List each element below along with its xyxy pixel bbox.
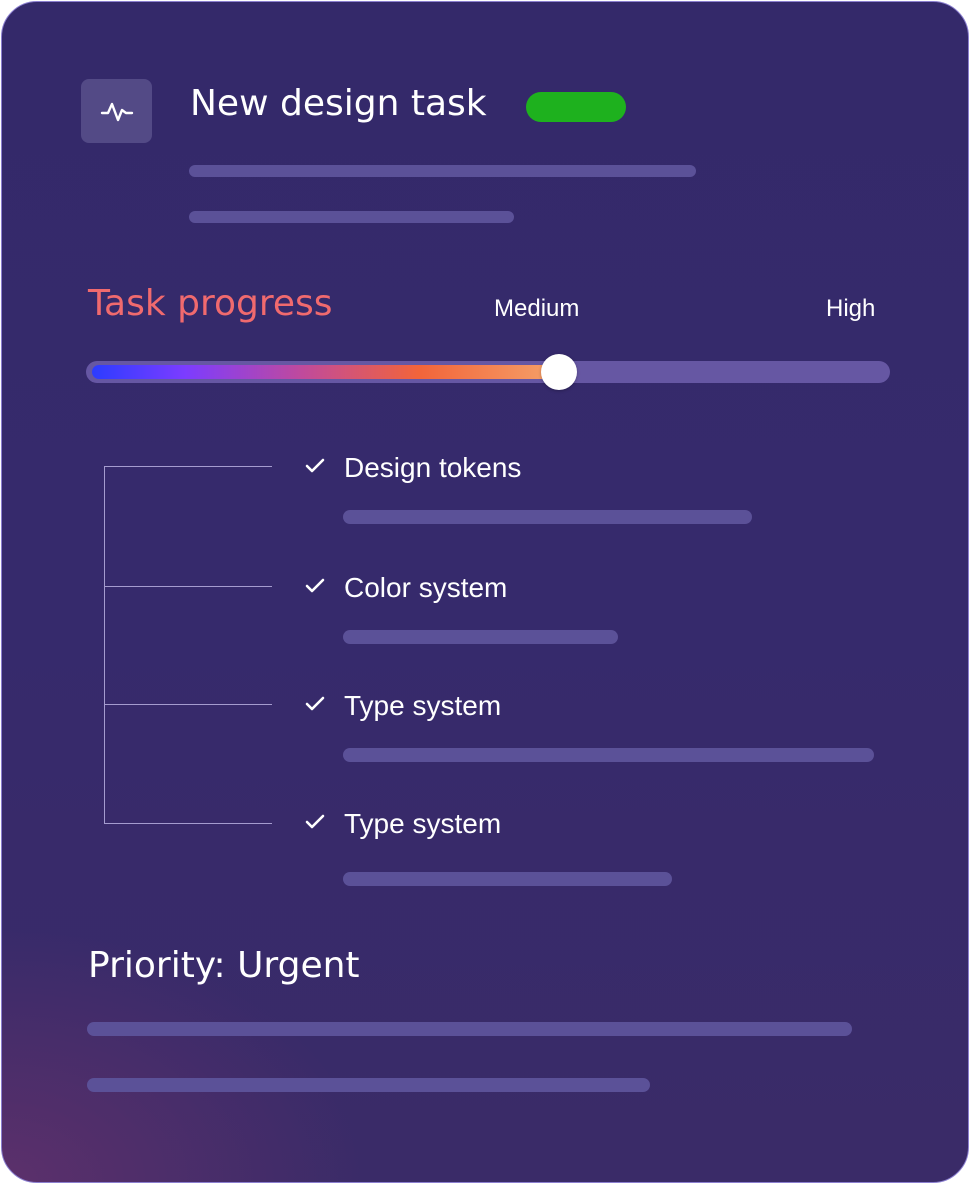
checklist-item-label: Type system <box>344 690 502 721</box>
activity-pulse-icon <box>100 102 133 122</box>
tree-connector-vertical <box>104 466 105 824</box>
progress-slider-track[interactable] <box>86 361 890 383</box>
checklist-item-label: Type system <box>344 808 502 839</box>
description-placeholder-line-2 <box>189 211 514 223</box>
description-placeholder-line-1 <box>189 165 696 177</box>
priority-label: Priority: Urgent <box>88 945 360 986</box>
activity-icon-tile <box>81 79 152 143</box>
status-badge <box>526 92 626 122</box>
progress-slider-fill <box>92 365 559 379</box>
checklist-item-label: Color system <box>344 572 508 603</box>
tree-connector-branch <box>104 823 272 824</box>
checkmark-icon <box>305 458 325 473</box>
level-label-medium: Medium <box>494 295 580 322</box>
footer-placeholder-line-1 <box>87 1022 852 1036</box>
checklist-item-label: Design tokens <box>344 452 522 483</box>
checklist-placeholder-line <box>343 748 874 762</box>
tree-connector-branch <box>104 466 272 467</box>
task-title: New design task <box>190 83 487 124</box>
progress-slider-thumb[interactable] <box>541 354 577 390</box>
checklist-placeholder-line <box>343 630 618 644</box>
progress-heading: Task progress <box>88 283 333 324</box>
tree-connector-branch <box>104 586 272 587</box>
checkmark-icon <box>305 578 325 593</box>
checklist-placeholder-line <box>343 872 672 886</box>
tree-connector-branch <box>104 704 272 705</box>
footer-placeholder-line-2 <box>87 1078 650 1092</box>
checkmark-icon <box>305 696 325 711</box>
level-label-high: High <box>826 295 876 322</box>
checklist-placeholder-line <box>343 510 752 524</box>
checkmark-icon <box>305 814 325 829</box>
task-card: New design task Task progress Medium Hig… <box>1 1 969 1183</box>
